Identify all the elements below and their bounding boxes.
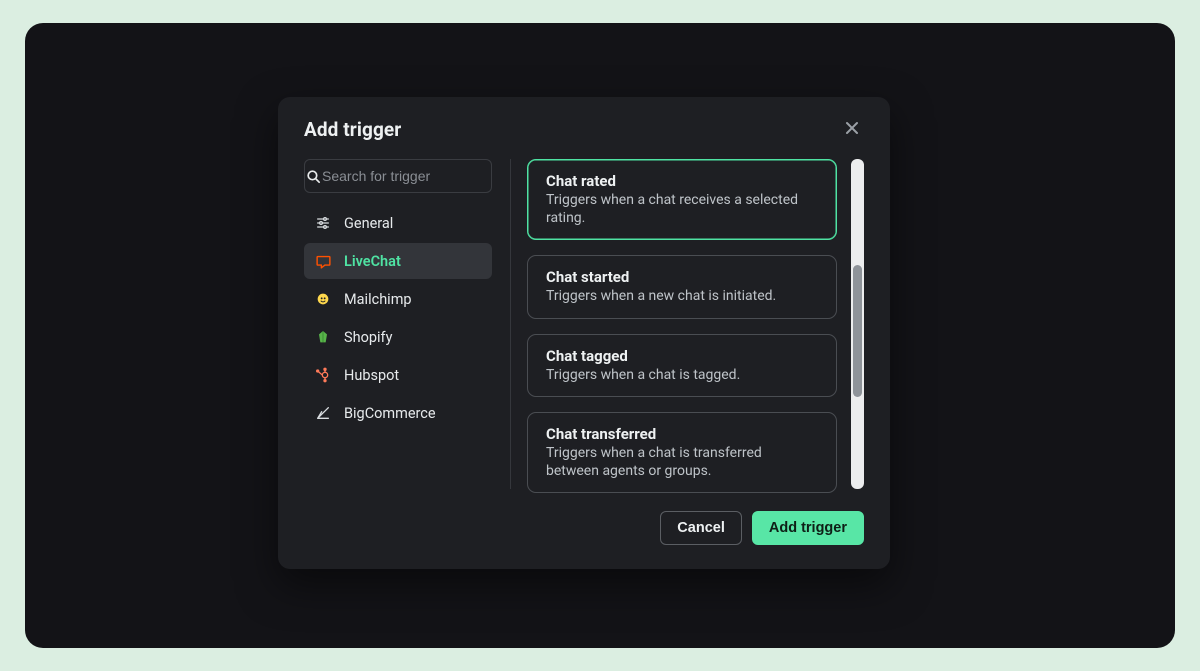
trigger-card-chat-tagged[interactable]: Chat tagged Triggers when a chat is tagg… xyxy=(527,334,837,398)
trigger-title: Chat rated xyxy=(546,172,818,190)
trigger-description: Triggers when a new chat is initiated. xyxy=(546,288,818,306)
close-icon xyxy=(844,120,860,139)
bigcommerce-icon xyxy=(314,404,332,422)
sidebar-item-label: Hubspot xyxy=(344,367,399,384)
chat-icon xyxy=(314,252,332,270)
sidebar-item-label: Shopify xyxy=(344,329,392,346)
sidebar-item-label: Mailchimp xyxy=(344,291,412,308)
close-button[interactable] xyxy=(840,117,864,141)
sidebar-item-label: General xyxy=(344,215,393,232)
trigger-description: Triggers when a chat receives a selected… xyxy=(546,192,818,227)
modal-header: Add trigger xyxy=(278,97,890,159)
trigger-description: Triggers when a chat is tagged. xyxy=(546,367,818,385)
cancel-button[interactable]: Cancel xyxy=(660,511,742,545)
sidebar: General LiveChat Mailchimp xyxy=(304,159,492,491)
trigger-card-chat-started[interactable]: Chat started Triggers when a new chat is… xyxy=(527,255,837,319)
trigger-card-chat-transferred[interactable]: Chat transferred Triggers when a chat is… xyxy=(527,412,837,493)
sidebar-item-general[interactable]: General xyxy=(304,205,492,241)
search-input[interactable] xyxy=(322,160,503,192)
modal-footer: Cancel Add trigger xyxy=(278,491,890,569)
trigger-panel: Chat rated Triggers when a chat receives… xyxy=(527,159,864,489)
search-field[interactable] xyxy=(304,159,492,193)
sidebar-item-label: LiveChat xyxy=(344,253,401,270)
scrollbar[interactable] xyxy=(851,159,864,489)
sidebar-item-bigcommerce[interactable]: BigCommerce xyxy=(304,395,492,431)
mailchimp-icon xyxy=(314,290,332,308)
sliders-icon xyxy=(314,214,332,232)
sidebar-item-mailchimp[interactable]: Mailchimp xyxy=(304,281,492,317)
category-list: General LiveChat Mailchimp xyxy=(304,205,492,431)
trigger-title: Chat transferred xyxy=(546,425,818,443)
shopify-icon xyxy=(314,328,332,346)
vertical-divider xyxy=(510,159,511,489)
trigger-card-chat-rated[interactable]: Chat rated Triggers when a chat receives… xyxy=(527,159,837,240)
trigger-description: Triggers when a chat is transferred betw… xyxy=(546,445,818,480)
add-trigger-modal: Add trigger xyxy=(278,97,890,569)
search-icon xyxy=(305,168,322,185)
modal-title: Add trigger xyxy=(304,118,401,141)
scrollbar-thumb[interactable] xyxy=(853,265,862,397)
sidebar-item-hubspot[interactable]: Hubspot xyxy=(304,357,492,393)
sidebar-item-label: BigCommerce xyxy=(344,405,436,422)
trigger-title: Chat tagged xyxy=(546,347,818,365)
add-trigger-button[interactable]: Add trigger xyxy=(752,511,864,545)
trigger-list: Chat rated Triggers when a chat receives… xyxy=(527,159,837,489)
app-backdrop: Add trigger xyxy=(25,23,1175,648)
sidebar-item-livechat[interactable]: LiveChat xyxy=(304,243,492,279)
modal-body: General LiveChat Mailchimp xyxy=(278,159,890,491)
trigger-title: Chat started xyxy=(546,268,818,286)
sidebar-item-shopify[interactable]: Shopify xyxy=(304,319,492,355)
hubspot-icon xyxy=(314,366,332,384)
